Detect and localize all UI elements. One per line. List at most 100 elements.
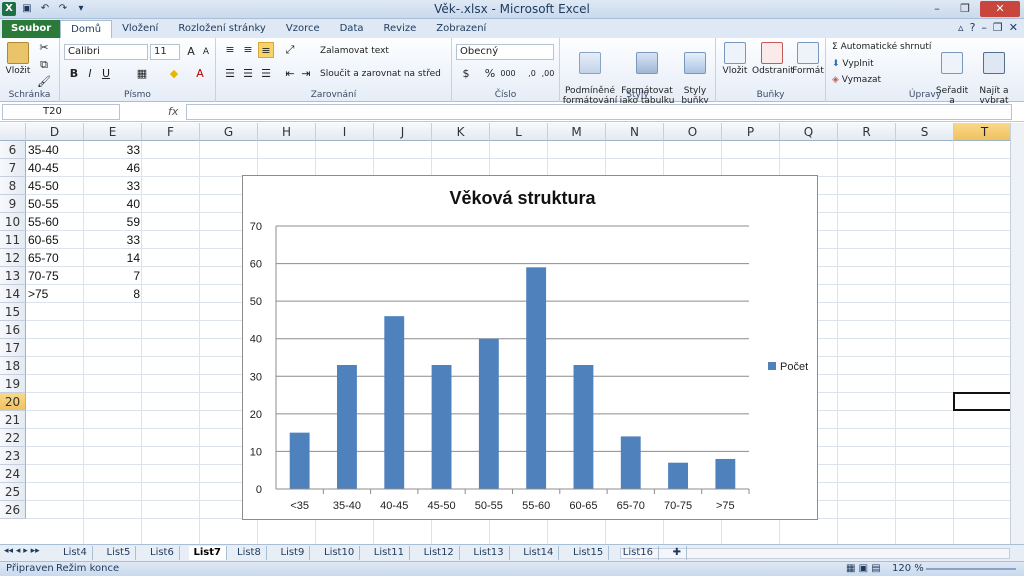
chart[interactable]: Věková struktura 0 10 20 30 40 50 60 70 <35 35-40 4… [242, 175, 818, 520]
tab-data[interactable]: Data [330, 20, 374, 38]
sheet-tab[interactable]: List7 [188, 546, 227, 560]
column-header[interactable]: T [954, 123, 1010, 141]
cell-e[interactable]: 40 [86, 195, 140, 213]
align-right-icon[interactable]: ☰ [258, 66, 274, 82]
fill-color-icon[interactable]: ◆ [166, 66, 182, 82]
column-header[interactable]: G [200, 123, 258, 141]
row-header[interactable]: 21 [0, 411, 26, 429]
cell-d[interactable]: 65-70 [28, 249, 82, 267]
column-header[interactable]: M [548, 123, 606, 141]
fx-icon[interactable]: fx [168, 105, 178, 118]
close-button[interactable]: ✕ [980, 1, 1020, 17]
tab-view[interactable]: Zobrazení [426, 20, 496, 38]
row-header[interactable]: 18 [0, 357, 26, 375]
restore-button[interactable]: ❐ [952, 1, 978, 17]
sheet-tab[interactable]: List16 [618, 546, 660, 560]
row-header[interactable]: 16 [0, 321, 26, 339]
cell-d[interactable]: >75 [28, 285, 82, 303]
decrease-decimal-icon[interactable]: ,00 [540, 66, 556, 82]
column-header[interactable]: F [142, 123, 200, 141]
percent-icon[interactable]: % [482, 66, 498, 82]
row-header[interactable]: 14 [0, 285, 26, 303]
font-name-select[interactable]: Calibri [64, 44, 148, 60]
cell-e[interactable]: 46 [86, 159, 140, 177]
cell-d[interactable]: 50-55 [28, 195, 82, 213]
row-header[interactable]: 20 [0, 393, 26, 411]
sheet-tab[interactable]: List6 [145, 546, 180, 560]
thousands-icon[interactable]: 000 [500, 66, 516, 82]
cell-e[interactable]: 33 [86, 231, 140, 249]
sheet-nav-icon[interactable]: ◂◂ ◂ ▸ ▸▸ [4, 546, 40, 556]
sheet-tab[interactable]: List13 [468, 546, 510, 560]
insert-sheet-icon[interactable]: ✚ [668, 546, 687, 560]
column-header[interactable]: K [432, 123, 490, 141]
underline-icon[interactable]: U [98, 66, 114, 82]
format-cells-button[interactable]: Formát [792, 42, 824, 76]
align-top-icon[interactable]: ≡ [222, 42, 238, 58]
tab-insert[interactable]: Vložení [112, 20, 168, 38]
row-header[interactable]: 13 [0, 267, 26, 285]
delete-cells-button[interactable]: Odstranit [752, 42, 794, 76]
cell-d[interactable]: 35-40 [28, 141, 82, 159]
cut-icon[interactable]: ✂ [36, 40, 52, 56]
formula-input[interactable] [186, 104, 1012, 120]
row-header[interactable]: 9 [0, 195, 26, 213]
row-header[interactable]: 8 [0, 177, 26, 195]
cell-e[interactable]: 33 [86, 141, 140, 159]
doc-close-icon[interactable]: ✕ [1009, 21, 1018, 34]
row-header[interactable]: 19 [0, 375, 26, 393]
align-bottom-icon[interactable]: ≡ [258, 42, 274, 58]
cell-d[interactable]: 45-50 [28, 177, 82, 195]
minimize-button[interactable]: – [924, 1, 950, 17]
ribbon-minimize-icon[interactable]: ▵ [958, 21, 964, 34]
row-header[interactable]: 7 [0, 159, 26, 177]
paste-button[interactable]: Vložit [4, 42, 32, 76]
font-size-select[interactable]: 11 [150, 44, 180, 60]
font-color-icon[interactable]: A [192, 66, 208, 82]
row-header[interactable]: 26 [0, 501, 26, 519]
doc-restore-icon[interactable]: ❐ [993, 21, 1003, 34]
increase-indent-icon[interactable]: ⇥ [298, 66, 314, 82]
row-header[interactable]: 25 [0, 483, 26, 501]
select-all-corner[interactable] [0, 123, 26, 141]
shrink-font-icon[interactable]: A [198, 44, 214, 60]
column-header[interactable]: R [838, 123, 896, 141]
column-header[interactable]: H [258, 123, 316, 141]
vertical-scrollbar[interactable] [1010, 123, 1024, 544]
format-painter-icon[interactable]: 🖌 [36, 74, 52, 90]
sheet-tab[interactable]: List10 [319, 546, 361, 560]
italic-icon[interactable]: I [82, 66, 98, 82]
cell-e[interactable]: 59 [86, 213, 140, 231]
bold-icon[interactable]: B [66, 66, 82, 82]
merge-center-button[interactable]: Sloučit a zarovnat na střed [320, 69, 441, 79]
cell-e[interactable]: 7 [86, 267, 140, 285]
sheet-tab[interactable]: List11 [369, 546, 411, 560]
row-header[interactable]: 17 [0, 339, 26, 357]
fill-button[interactable]: ⬇ Vyplnit [832, 59, 874, 69]
sheet-tab[interactable]: List5 [102, 546, 137, 560]
wrap-text-button[interactable]: Zalamovat text [320, 46, 389, 56]
align-center-icon[interactable]: ☰ [240, 66, 256, 82]
borders-icon[interactable]: ▦ [134, 66, 150, 82]
help-icon[interactable]: ? [970, 21, 976, 34]
row-header[interactable]: 10 [0, 213, 26, 231]
tab-page-layout[interactable]: Rozložení stránky [168, 20, 276, 38]
increase-decimal-icon[interactable]: ,0 [524, 66, 540, 82]
sheet-tab[interactable]: List12 [419, 546, 460, 560]
zoom-slider[interactable] [926, 568, 1016, 570]
autosum-button[interactable]: Σ Automatické shrnutí [832, 42, 931, 52]
cell-d[interactable]: 55-60 [28, 213, 82, 231]
cell-e[interactable]: 14 [86, 249, 140, 267]
column-header[interactable]: D [26, 123, 84, 141]
decrease-indent-icon[interactable]: ⇤ [282, 66, 298, 82]
row-header[interactable]: 15 [0, 303, 26, 321]
sheet-tab[interactable]: List4 [58, 546, 93, 560]
cell-d[interactable]: 60-65 [28, 231, 82, 249]
align-middle-icon[interactable]: ≡ [240, 42, 256, 58]
sheet-tab[interactable]: List9 [276, 546, 311, 560]
sheet-tab[interactable]: List15 [568, 546, 610, 560]
clear-button[interactable]: ◈ Vymazat [832, 75, 881, 85]
column-header[interactable]: P [722, 123, 780, 141]
selected-cell[interactable] [953, 392, 1010, 411]
view-buttons-icon[interactable]: ▦ ▣ ▤ [846, 562, 881, 576]
